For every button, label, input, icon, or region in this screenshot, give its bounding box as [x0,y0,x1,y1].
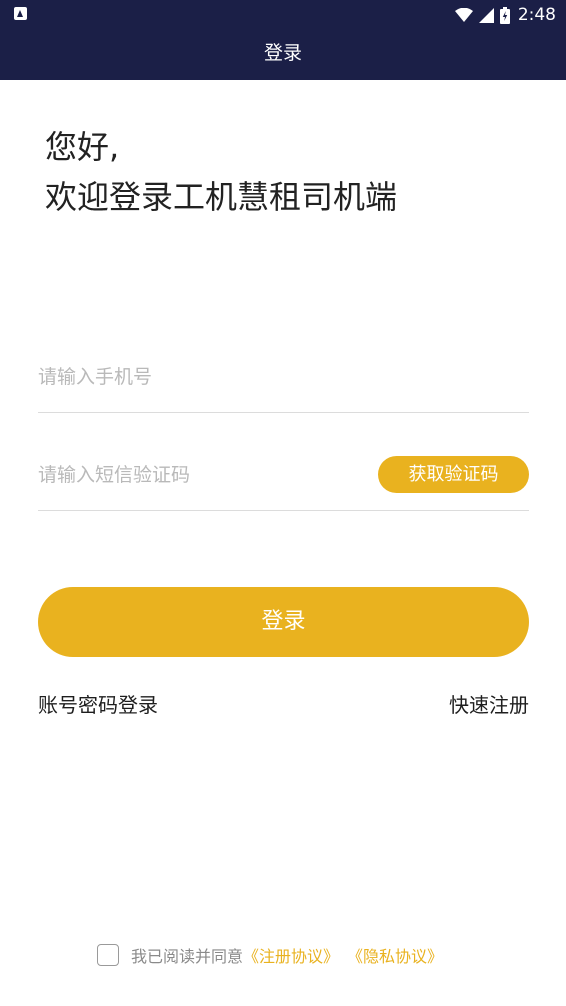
battery-icon [499,6,510,24]
signal-icon [478,7,494,23]
register-agreement-link[interactable]: 《注册协议》 [243,943,339,967]
greeting-line-2: 欢迎登录工机慧租司机端 [45,178,398,216]
app-notification-icon [14,7,27,20]
phone-input[interactable] [38,360,358,394]
page-title: 登录 [263,42,302,64]
title-bar: 登录 [0,30,566,80]
get-code-button[interactable]: 获取验证码 [378,456,529,493]
status-time: 2:48 [517,5,556,25]
wifi-icon [454,8,473,22]
password-login-link[interactable]: 账号密码登录 [38,690,158,720]
sms-code-input[interactable] [38,458,358,492]
privacy-agreement-link[interactable]: 《隐私协议》 [347,943,443,967]
agreement-row: 我已阅读并同意 《注册协议》 《隐私协议》 [97,941,443,969]
code-field: 获取验证码 [38,446,529,511]
quick-register-link[interactable]: 快速注册 [449,690,529,720]
agreement-text: 我已阅读并同意 [131,947,244,966]
login-screen: 2:48 登录 您好, 欢迎登录工机慧租司机端 获取验证码 登录 账号密码登录 … [0,0,566,1006]
phone-field [38,348,529,413]
login-button[interactable]: 登录 [38,587,529,657]
greeting-line-1: 您好, [45,128,120,166]
greeting: 您好, 欢迎登录工机慧租司机端 [45,122,397,222]
status-icons: 2:48 [454,3,556,27]
agreement-checkbox[interactable] [97,944,119,966]
status-bar: 2:48 [0,0,566,30]
